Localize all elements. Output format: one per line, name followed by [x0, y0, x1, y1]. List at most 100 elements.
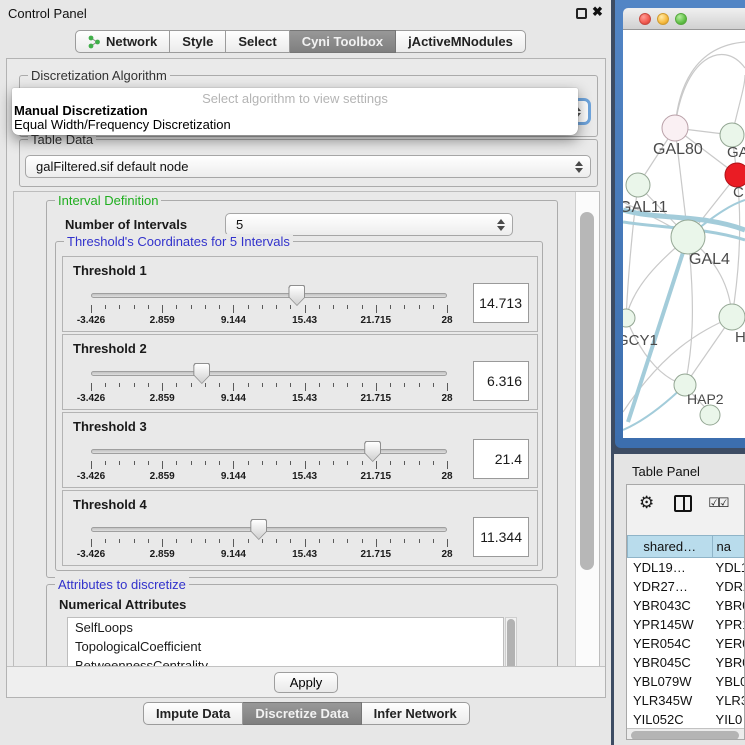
- network-node[interactable]: [700, 405, 720, 425]
- table-row[interactable]: YIL052CYIL0: [627, 710, 744, 728]
- tab-label: Select: [238, 34, 276, 49]
- table-row[interactable]: YLR345WYLR3: [627, 691, 744, 710]
- number-of-intervals-value: 5: [236, 217, 243, 232]
- threshold-slider[interactable]: -3.4262.8599.14415.4321.71528: [91, 257, 447, 333]
- network-node-label: GAL80: [653, 141, 703, 158]
- slider-track[interactable]: [91, 371, 447, 376]
- network-node-label: GCY1: [623, 332, 658, 349]
- table-header-row: shared…na: [627, 535, 744, 558]
- slider-track[interactable]: [91, 293, 447, 298]
- slider-tick-labels: -3.4262.8599.14415.4321.71528: [91, 315, 447, 327]
- network-node-gcy1[interactable]: [623, 309, 635, 327]
- tab-discretize-data[interactable]: Discretize Data: [243, 702, 361, 725]
- thresholds-group-title: Threshold's Coordinates for 5 Intervals: [64, 234, 293, 249]
- table-row[interactable]: YBL079WYBL0: [627, 672, 744, 691]
- tab-label: Impute Data: [156, 706, 230, 721]
- tab-select[interactable]: Select: [226, 30, 289, 53]
- slider-thumb[interactable]: [364, 441, 381, 462]
- network-node-gal80[interactable]: [662, 115, 688, 141]
- table-data-combo[interactable]: galFiltered.sif default node: [25, 155, 591, 178]
- slider-track[interactable]: [91, 449, 447, 454]
- table-row[interactable]: YBR045CYBR0: [627, 653, 744, 672]
- cell-name: YER0: [712, 634, 744, 653]
- top-tab-bar: NetworkStyle Select Cyni ToolboxjActiveMNo…: [75, 30, 526, 53]
- gear-icon[interactable]: ⚙: [639, 493, 654, 513]
- network-edge[interactable]: [675, 55, 745, 129]
- network-window-titlebar[interactable]: [623, 8, 745, 30]
- close-traffic-light-icon[interactable]: [639, 13, 651, 25]
- tab-cyni-toolbox[interactable]: Cyni Toolbox: [290, 30, 396, 53]
- slider-track[interactable]: [91, 527, 447, 532]
- table-column-header[interactable]: shared…: [627, 535, 712, 558]
- tab-network[interactable]: Network: [75, 30, 170, 53]
- threshold-slider[interactable]: -3.4262.8599.14415.4321.71528: [91, 413, 447, 489]
- tab-impute-data[interactable]: Impute Data: [143, 702, 243, 725]
- select-columns-icon[interactable]: ☑☑: [708, 495, 727, 511]
- screen: Control Panel ✖ NetworkStyle Select Cyni T…: [0, 0, 745, 745]
- slider-ticks: [91, 383, 447, 393]
- network-view-window[interactable]: GAL80GACGAL11GAL4GCY1HHAP2: [615, 0, 745, 448]
- cell-name: YBR0: [712, 653, 744, 672]
- cell-name: YDR2: [712, 577, 744, 596]
- network-node-gal11[interactable]: [626, 173, 650, 197]
- table-row[interactable]: YBR043CYBR0: [627, 596, 744, 615]
- table-row[interactable]: YDR27…YDR2: [627, 577, 744, 596]
- cell-shared-name: YBR045C: [627, 653, 712, 672]
- cell-name: YPR1: [712, 615, 744, 634]
- network-node-label: C: [733, 184, 744, 201]
- network-icon: [88, 35, 101, 49]
- interval-definition-group-title: Interval Definition: [55, 193, 161, 208]
- attributes-list-scrollbar[interactable]: [505, 617, 517, 669]
- tab-style[interactable]: Style: [170, 30, 226, 53]
- cell-shared-name: YLR345W: [627, 691, 712, 710]
- algorithm-option[interactable]: Equal Width/Frequency Discretization: [12, 118, 578, 132]
- algorithm-option[interactable]: Manual Discretization: [12, 104, 578, 118]
- apply-button[interactable]: Apply: [274, 672, 338, 693]
- threshold-slider[interactable]: -3.4262.8599.14415.4321.71528: [91, 491, 447, 567]
- float-window-icon[interactable]: [576, 8, 587, 19]
- slider-thumb[interactable]: [288, 285, 305, 306]
- close-icon[interactable]: ✖: [592, 4, 603, 20]
- apply-footer: Apply: [7, 666, 605, 697]
- network-edge[interactable]: [626, 318, 685, 385]
- network-edge[interactable]: [675, 42, 745, 128]
- network-node-label: GA: [727, 144, 745, 161]
- tab-label: Discretize Data: [255, 706, 348, 721]
- cyni-toolbox-panel: Discretization Algorithm Table Data galF…: [6, 58, 606, 698]
- slider-thumb[interactable]: [250, 519, 267, 540]
- cell-shared-name: YIL052C: [627, 710, 712, 728]
- minimize-traffic-light-icon[interactable]: [657, 13, 669, 25]
- threshold-value-field[interactable]: 11.344: [473, 517, 529, 557]
- scrollbar-thumb[interactable]: [580, 212, 594, 570]
- table-toolbar: ⚙ ☑☑: [627, 485, 744, 521]
- table-row[interactable]: YPR145WYPR1: [627, 615, 744, 634]
- cell-shared-name: YBL079W: [627, 672, 712, 691]
- table-row[interactable]: YDL19…YDL1: [627, 558, 744, 577]
- network-node-gal4[interactable]: [671, 220, 705, 254]
- zoom-traffic-light-icon[interactable]: [675, 13, 687, 25]
- scrollbar-thumb[interactable]: [631, 731, 739, 740]
- threshold-value-field[interactable]: 21.4: [473, 439, 529, 479]
- split-columns-icon[interactable]: [674, 495, 692, 512]
- threshold-value-field[interactable]: 6.316: [473, 361, 529, 401]
- tab-infer-network[interactable]: Infer Network: [362, 702, 470, 725]
- network-canvas[interactable]: GAL80GACGAL11GAL4GCY1HHAP2: [623, 30, 745, 438]
- tab-jactivemnodules[interactable]: jActiveMNodules: [396, 30, 526, 53]
- settings-vertical-scrollbar[interactable]: [575, 192, 599, 668]
- numerical-attributes-label: Numerical Attributes: [59, 597, 186, 612]
- threshold-slider[interactable]: -3.4262.8599.14415.4321.71528: [91, 335, 447, 411]
- scrollbar-thumb[interactable]: [507, 619, 515, 669]
- attribute-list-item[interactable]: TopologicalCoefficient: [68, 637, 503, 656]
- discretization-algorithm-group-title: Discretization Algorithm: [28, 68, 170, 83]
- threshold-value-field[interactable]: 14.713: [473, 283, 529, 323]
- control-panel-title: Control Panel: [8, 6, 87, 21]
- table-row[interactable]: YER054CYER0: [627, 634, 744, 653]
- table-panel-title: Table Panel: [632, 464, 700, 479]
- table-horizontal-scrollbar[interactable]: [627, 728, 744, 740]
- attribute-list-item[interactable]: SelfLoops: [68, 618, 503, 637]
- slider-thumb[interactable]: [193, 363, 210, 384]
- number-of-intervals-combo[interactable]: 5: [225, 213, 513, 236]
- control-panel-titlebar: Control Panel ✖: [0, 0, 611, 26]
- table-column-header[interactable]: na: [712, 535, 745, 558]
- network-node-h[interactable]: [719, 304, 745, 330]
